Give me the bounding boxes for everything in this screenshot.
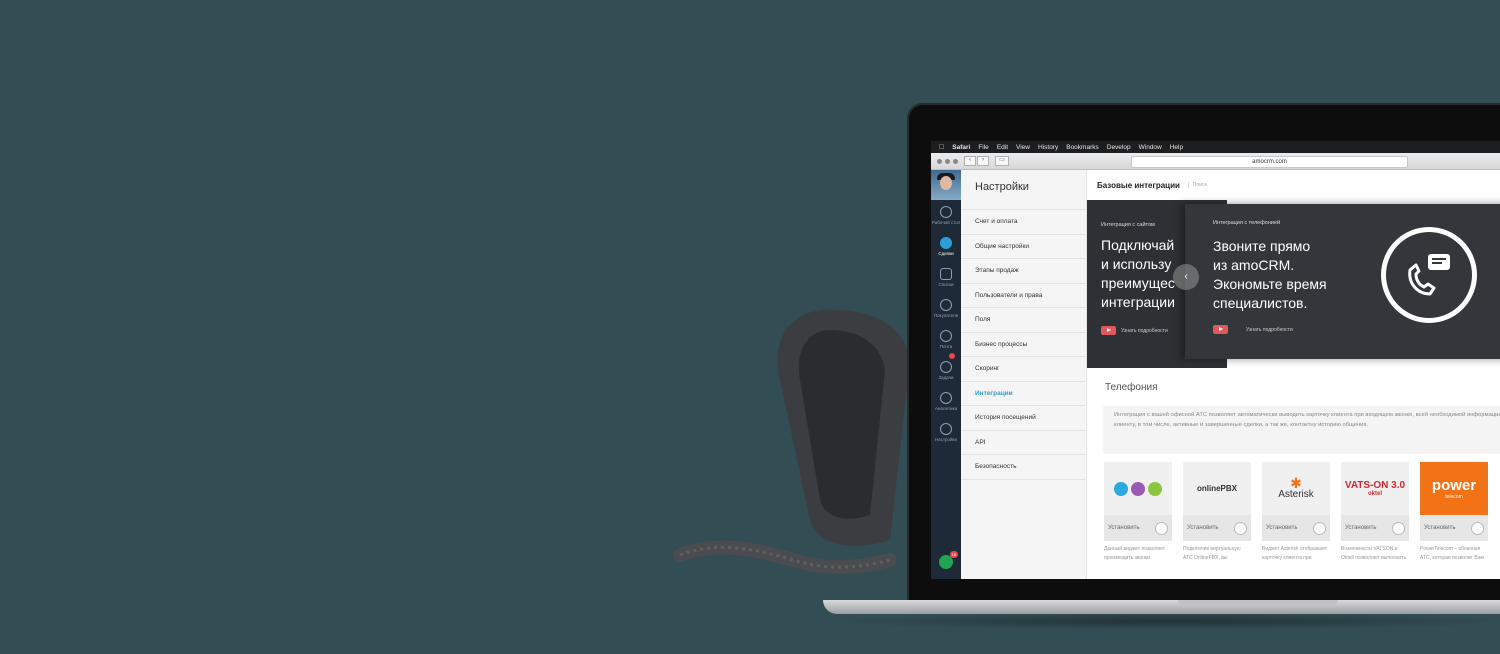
mac-menubar:  Safari File Edit View History Bookmark… xyxy=(931,141,1500,153)
card-description: Виджет Asterisk отображает карточку клие… xyxy=(1262,546,1327,561)
chat-button[interactable]: 15 xyxy=(939,551,958,569)
vatson-logo: VATS-ON 3.0 oktel xyxy=(1341,462,1409,515)
left-nav: Рабочий стол Сделки Списки Покупатели По… xyxy=(931,170,961,579)
card-description: PowerTelecom – облачная АТС, которая поз… xyxy=(1420,546,1484,561)
laptop-screen:  Safari File Edit View History Bookmark… xyxy=(931,141,1500,579)
install-button[interactable]: Установить xyxy=(1341,515,1409,541)
nav-item-dashboard[interactable]: Рабочий стол xyxy=(931,200,961,231)
settings-item-fields[interactable]: Поля xyxy=(961,307,1086,332)
sidebar-toggle-button[interactable]: ▭ xyxy=(995,156,1009,166)
user-avatar[interactable] xyxy=(931,170,961,200)
settings-item-security[interactable]: Безопасность xyxy=(961,454,1086,480)
banner1-more-link[interactable]: Узнать подробности xyxy=(1121,328,1168,334)
banner1-title: Подключай и использу преимущес интеграци… xyxy=(1101,237,1175,310)
page-title: Базовые интеграции xyxy=(1097,180,1180,190)
install-button[interactable]: Установить xyxy=(1183,515,1251,541)
settings-item-billing[interactable]: Счет и оплата xyxy=(961,209,1086,234)
laptop-notch xyxy=(1178,600,1338,606)
settings-item-processes[interactable]: Бизнес процессы xyxy=(961,331,1086,357)
settings-menu: Настройки Счет и оплата Общие настройки … xyxy=(961,170,1087,579)
settings-icon xyxy=(940,423,952,435)
laptop-base xyxy=(823,600,1500,614)
nav-item-settings[interactable]: Настройки xyxy=(931,417,961,448)
dashboard-icon xyxy=(940,206,952,218)
analytics-icon xyxy=(940,392,952,404)
integration-cards: Установить Данный виджет позволяет произ… xyxy=(1104,462,1488,575)
widget-logo-icon xyxy=(1104,462,1172,515)
settings-item-history[interactable]: История посещений xyxy=(961,405,1086,430)
asterisk-logo: ✱ Asterisk xyxy=(1262,462,1330,515)
menu-edit[interactable]: Edit xyxy=(997,144,1008,151)
menu-help[interactable]: Help xyxy=(1170,144,1183,151)
card-description: Возможности VATSON и Oktell позволяют вы… xyxy=(1341,546,1407,561)
nav-item-mail[interactable]: Почта xyxy=(931,324,961,355)
nav-item-customers[interactable]: Покупатели xyxy=(931,293,961,324)
zoom-window-button[interactable] xyxy=(953,158,958,164)
minimize-window-button[interactable] xyxy=(945,158,950,164)
tasks-icon xyxy=(940,361,952,373)
menu-safari[interactable]: Safari xyxy=(952,144,970,151)
menu-window[interactable]: Window xyxy=(1139,144,1162,151)
install-button[interactable]: Установить xyxy=(1104,515,1172,541)
nav-item-lists[interactable]: Списки xyxy=(931,262,961,293)
settings-item-integrations[interactable]: Интеграции xyxy=(961,380,1086,406)
integrations-main: Базовые интеграции Поиск Интеграция с са… xyxy=(1087,170,1500,579)
banner2-play-icon[interactable] xyxy=(1213,325,1228,334)
settings-item-general[interactable]: Общие настройки xyxy=(961,233,1086,259)
chat-badge: 15 xyxy=(949,551,958,558)
settings-item-users[interactable]: Пользователи и права xyxy=(961,282,1086,308)
laptop-shadow xyxy=(830,612,1500,630)
onlinepbx-logo: onlinePBX xyxy=(1183,462,1251,515)
nav-item-analytics[interactable]: Аналитика xyxy=(931,386,961,417)
install-button[interactable]: Установить xyxy=(1262,515,1330,541)
back-button[interactable]: ‹ xyxy=(964,156,976,166)
window-controls xyxy=(937,158,958,164)
install-button[interactable]: Установить xyxy=(1420,515,1488,541)
banner2-subtitle: Интеграция с телефонией xyxy=(1213,220,1281,226)
integration-card[interactable]: power telecom Установить PowerTelecom – … xyxy=(1420,462,1488,575)
card-description: Подключив виртуальную АТС OnlinePBX, вы xyxy=(1183,546,1241,561)
deals-icon xyxy=(940,237,952,249)
section-description: Интеграция с вашей офисной АТС позволяет… xyxy=(1103,406,1500,454)
card-description: Данный виджет позволяет производить звон… xyxy=(1104,546,1165,561)
main-header: Базовые интеграции Поиск xyxy=(1087,170,1500,200)
browser-toolbar: ‹ › ▭ amocrm.com xyxy=(931,153,1500,170)
settings-item-scoring[interactable]: Скоринг xyxy=(961,356,1086,381)
integration-card[interactable]: onlinePBX Установить Подключив виртуальн… xyxy=(1183,462,1251,575)
banner2-more-link[interactable]: Узнать подробности xyxy=(1246,327,1293,333)
forward-button[interactable]: › xyxy=(977,156,989,166)
phone-chat-icon xyxy=(1381,227,1477,323)
tasks-badge xyxy=(949,353,955,359)
section-title-telephony: Телефония xyxy=(1105,382,1158,393)
menu-view[interactable]: View xyxy=(1016,144,1030,151)
mail-icon xyxy=(940,330,952,342)
menu-develop[interactable]: Develop xyxy=(1107,144,1131,151)
menu-bookmarks[interactable]: Bookmarks xyxy=(1066,144,1099,151)
integration-card[interactable]: ✱ Asterisk Установить Виджет Asterisk от… xyxy=(1262,462,1330,575)
banner1-play-icon[interactable] xyxy=(1101,326,1116,335)
search-input[interactable]: Поиск xyxy=(1187,182,1207,188)
power-telecom-logo: power telecom xyxy=(1420,462,1488,515)
banner2-title: Звоните прямо из amoCRM. Экономьте время… xyxy=(1213,238,1327,311)
nav-item-tasks[interactable]: Задачи xyxy=(931,353,961,386)
settings-title: Настройки xyxy=(975,181,1029,193)
menu-history[interactable]: History xyxy=(1038,144,1058,151)
nav-item-deals[interactable]: Сделки xyxy=(931,231,961,262)
lists-icon xyxy=(940,268,952,280)
integration-card[interactable]: Установить Данный виджет позволяет произ… xyxy=(1104,462,1172,575)
settings-item-api[interactable]: API xyxy=(961,429,1086,455)
close-window-button[interactable] xyxy=(937,158,942,164)
amocrm-app: Рабочий стол Сделки Списки Покупатели По… xyxy=(931,170,1500,579)
apple-icon[interactable]:  xyxy=(939,144,944,151)
integration-card[interactable]: VATS-ON 3.0 oktel Установить Возможности… xyxy=(1341,462,1409,575)
menu-file[interactable]: File xyxy=(978,144,988,151)
carousel-prev-button[interactable]: ‹ xyxy=(1173,264,1199,290)
banner-telephony-integration[interactable]: Интеграция с телефонией Звоните прямо из… xyxy=(1185,204,1500,359)
banner1-subtitle: Интеграция с сайтом xyxy=(1101,222,1155,228)
address-bar[interactable]: amocrm.com xyxy=(1131,156,1408,168)
customers-icon xyxy=(940,299,952,311)
settings-item-pipelines[interactable]: Этапы продаж xyxy=(961,258,1086,283)
